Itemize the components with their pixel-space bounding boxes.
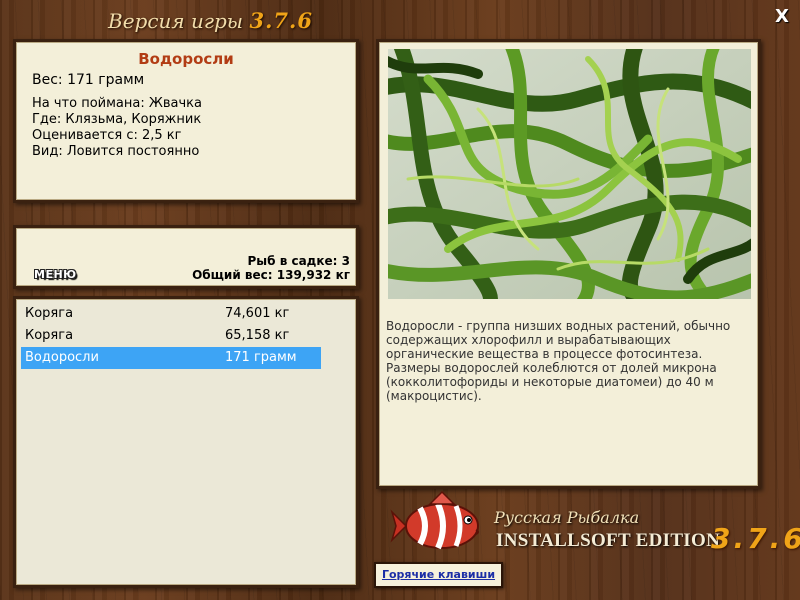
list-item-name: Водоросли <box>25 350 99 365</box>
total-weight: Общий вес: 139,932 кг <box>192 268 350 282</box>
logo-line1: Русская Рыбалка <box>494 508 640 527</box>
list-item-name: Коряга <box>25 328 74 343</box>
fish-info-panel: Водоросли Вес: 171 грамм На что поймана:… <box>13 39 359 203</box>
fish-weight: Вес: 171 грамм <box>32 72 145 88</box>
fish-description: Водоросли - группа низших водных растени… <box>386 319 731 403</box>
list-item-weight: 74,601 кг <box>225 306 290 321</box>
fish-count: Рыб в садке: 3 <box>247 254 351 268</box>
cage-panel: МЕНЮ Рыб в садке: 3 Общий вес: 139,932 к… <box>13 225 359 289</box>
fish-location: Где: Клязьма, Коряжник <box>32 112 202 127</box>
close-icon[interactable]: X <box>772 6 792 28</box>
list-item-name: Коряга <box>25 306 74 321</box>
hotkeys-button[interactable]: Горячие клавиши <box>374 562 503 588</box>
menu-button[interactable]: МЕНЮ <box>34 268 77 281</box>
catch-list: Коряга 74,601 кг Коряга 65,158 кг Водоро… <box>13 296 359 588</box>
fish-valued-from: Оценивается с: 2,5 кг <box>32 128 182 143</box>
logo-line2: INSTALLSOFT EDITION <box>496 530 721 551</box>
fish-logo-icon <box>390 490 479 550</box>
game-logo: Русская Рыбалка INSTALLSOFT EDITION 3.7.… <box>390 488 800 563</box>
list-item[interactable]: Коряга 74,601 кг <box>21 303 321 325</box>
list-item-weight: 171 грамм <box>225 350 297 365</box>
window-title: Версия игры 3.7.6 <box>108 8 313 33</box>
fish-type: Вид: Ловится постоянно <box>32 144 200 159</box>
list-item-weight: 65,158 кг <box>225 328 290 343</box>
logo-version: 3.7.6 <box>711 522 800 555</box>
fish-bait: На что поймана: Жвачка <box>32 96 202 111</box>
title-version: 3.7.6 <box>249 8 313 33</box>
seaweed-photo <box>388 49 751 299</box>
fish-name: Водоросли <box>138 50 234 68</box>
cage-stats: Рыб в садке: 3 Общий вес: 139,932 кг <box>192 254 350 282</box>
list-item-selected[interactable]: Водоросли 171 грамм <box>21 347 321 369</box>
title-prefix: Версия игры <box>108 9 244 33</box>
list-item[interactable]: Коряга 65,158 кг <box>21 325 321 347</box>
photo-panel: Водоросли - группа низших водных растени… <box>376 39 761 489</box>
